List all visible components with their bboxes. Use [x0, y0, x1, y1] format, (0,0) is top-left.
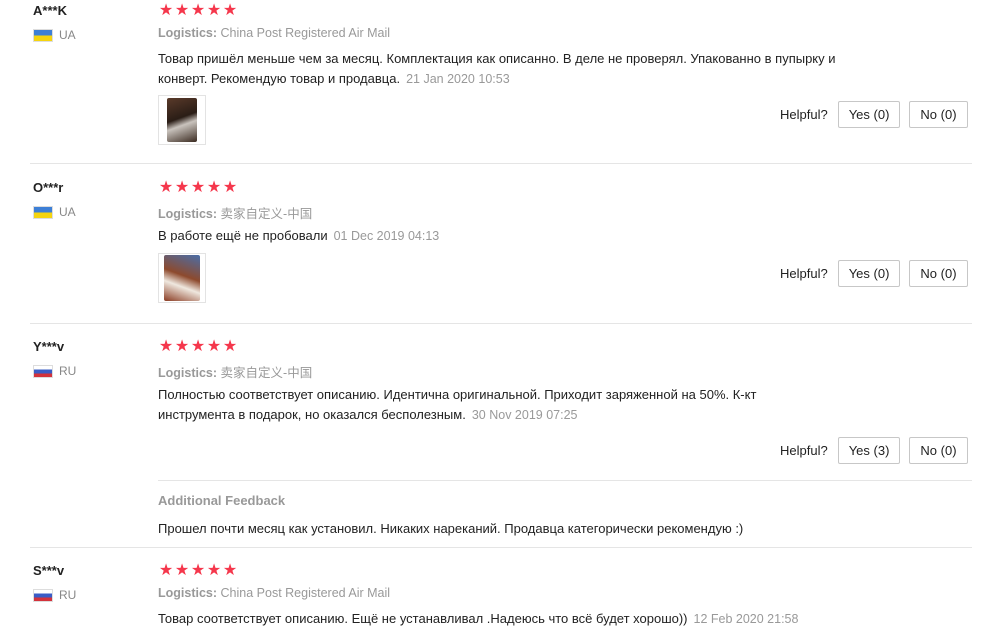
additional-feedback-divider: [158, 480, 972, 481]
review-date: 21 Jan 2020 10:53: [406, 72, 510, 86]
logistics-value: China Post Registered Air Mail: [220, 586, 391, 600]
star-icon: ★: [190, 2, 206, 19]
reviewer-info: O***r UA: [33, 180, 76, 219]
review-text: Товар соответствует описанию. Ещё не уст…: [158, 611, 688, 626]
star-rating: ★ ★ ★ ★ ★: [158, 563, 238, 579]
helpful-no-button[interactable]: No (0): [909, 260, 968, 287]
star-icon: ★: [206, 338, 222, 355]
star-icon: ★: [222, 179, 238, 196]
review-divider: [30, 547, 972, 548]
logistics-value: 卖家自定义-中国: [220, 366, 313, 380]
russia-flag-icon: [33, 588, 53, 602]
review-text-block: Товар пришёл меньше чем за месяц. Компле…: [158, 49, 888, 89]
reviewer-country: RU: [33, 588, 76, 602]
star-rating: ★ ★ ★ ★ ★: [158, 180, 238, 196]
star-icon: ★: [158, 562, 174, 579]
logistics-label: Logistics:: [158, 26, 218, 40]
star-icon: ★: [206, 2, 222, 19]
review-date: 30 Nov 2019 07:25: [471, 408, 578, 422]
reviewer-country: RU: [33, 364, 76, 378]
logistics-info: Logistics: China Post Registered Air Mai…: [158, 26, 390, 40]
review-text: В работе ещё не пробовали: [158, 228, 328, 243]
logistics-value: China Post Registered Air Mail: [220, 26, 391, 40]
additional-feedback-title: Additional Feedback: [158, 493, 286, 508]
helpful-no-button[interactable]: No (0): [909, 437, 968, 464]
star-icon: ★: [206, 562, 222, 579]
country-code: RU: [59, 588, 77, 602]
logistics-label: Logistics:: [158, 366, 218, 380]
star-icon: ★: [174, 338, 190, 355]
review-photo[interactable]: [158, 253, 206, 303]
logistics-label: Logistics:: [158, 207, 218, 221]
logistics-info: Logistics: 卖家自定义-中国: [158, 362, 312, 381]
review-text-block: Полностью соответствует описанию. Иденти…: [158, 385, 808, 425]
star-icon: ★: [190, 338, 206, 355]
country-code: RU: [59, 364, 77, 378]
reviewer-info: A***K UA: [33, 3, 76, 42]
review-photo-image: [167, 98, 197, 142]
reviewer-name: S***v: [33, 563, 65, 578]
logistics-info: Logistics: China Post Registered Air Mai…: [158, 586, 390, 600]
additional-feedback-text: Прошел почти месяц как установил. Никаки…: [158, 521, 744, 536]
review-date: 12 Feb 2020 21:58: [693, 612, 799, 626]
star-icon: ★: [158, 179, 174, 196]
review-text-block: Товар соответствует описанию. Ещё не уст…: [158, 609, 888, 629]
review-photo[interactable]: [158, 95, 206, 145]
star-icon: ★: [174, 2, 190, 19]
reviewer-country: UA: [33, 205, 76, 219]
star-icon: ★: [222, 562, 238, 579]
star-icon: ★: [190, 562, 206, 579]
helpful-yes-button[interactable]: Yes (0): [837, 260, 901, 287]
russia-flag-icon: [33, 364, 53, 378]
star-rating: ★ ★ ★ ★ ★: [158, 339, 238, 355]
logistics-value: 卖家自定义-中国: [220, 207, 313, 221]
country-code: UA: [59, 205, 76, 219]
logistics-label: Logistics:: [158, 586, 218, 600]
review-text: Полностью соответствует описанию. Иденти…: [158, 387, 757, 422]
star-icon: ★: [190, 179, 206, 196]
review-date: 01 Dec 2019 04:13: [333, 229, 440, 243]
star-icon: ★: [222, 2, 238, 19]
reviewer-info: S***v RU: [33, 563, 76, 602]
reviewer-name: A***K: [33, 3, 67, 18]
helpful-vote: Helpful? Yes (0) No (0): [780, 101, 977, 128]
review-divider: [30, 323, 972, 324]
reviewer-country: UA: [33, 28, 76, 42]
helpful-yes-button[interactable]: Yes (3): [837, 437, 901, 464]
ukraine-flag-icon: [33, 205, 53, 219]
helpful-no-button[interactable]: No (0): [909, 101, 968, 128]
star-icon: ★: [174, 562, 190, 579]
helpful-yes-button[interactable]: Yes (0): [837, 101, 901, 128]
star-icon: ★: [174, 179, 190, 196]
review-photo-image: [164, 255, 200, 301]
reviewer-name: Y***v: [33, 339, 65, 354]
review-text-block: В работе ещё не пробовали 01 Dec 2019 04:…: [158, 226, 888, 246]
helpful-label: Helpful?: [780, 443, 828, 458]
reviewer-info: Y***v RU: [33, 339, 76, 378]
review-divider: [30, 163, 972, 164]
star-icon: ★: [222, 338, 238, 355]
helpful-vote: Helpful? Yes (3) No (0): [780, 437, 977, 464]
star-icon: ★: [158, 338, 174, 355]
reviewer-name: O***r: [33, 180, 64, 195]
star-icon: ★: [158, 2, 174, 19]
ukraine-flag-icon: [33, 28, 53, 42]
country-code: UA: [59, 28, 76, 42]
logistics-info: Logistics: 卖家自定义-中国: [158, 203, 312, 222]
helpful-label: Helpful?: [780, 107, 828, 122]
star-icon: ★: [206, 179, 222, 196]
helpful-label: Helpful?: [780, 266, 828, 281]
helpful-vote: Helpful? Yes (0) No (0): [780, 260, 977, 287]
star-rating: ★ ★ ★ ★ ★: [158, 3, 238, 19]
